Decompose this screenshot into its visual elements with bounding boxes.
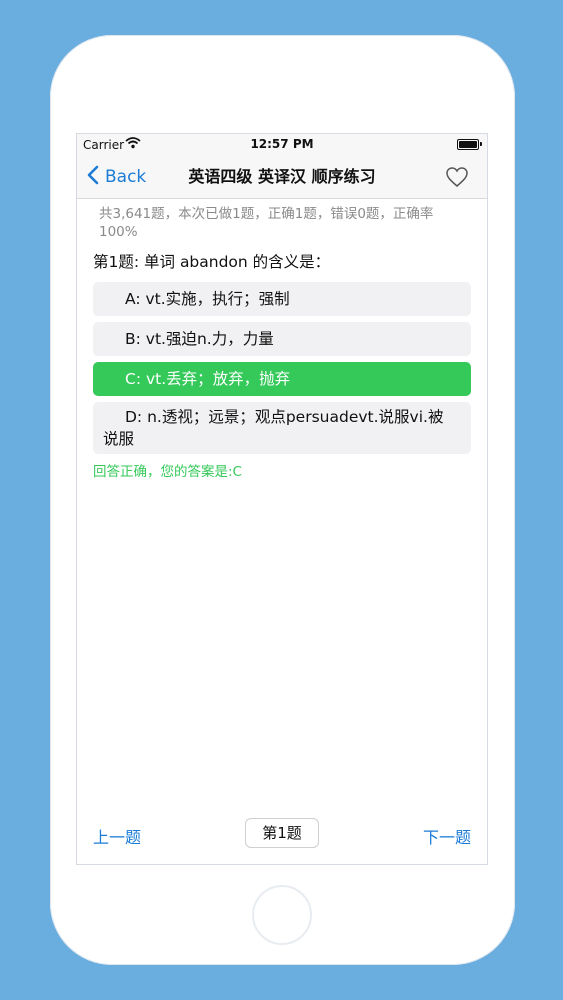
question-text: 第1题: 单词 abandon 的含义是：: [93, 253, 331, 271]
option-c-correct[interactable]: C: vt.丢弃；放弃，抛弃: [93, 362, 471, 396]
home-button[interactable]: [252, 885, 312, 945]
previous-question-button[interactable]: 上一题: [93, 824, 141, 848]
status-time: 12:57 PM: [250, 137, 314, 151]
battery-icon: [457, 139, 479, 150]
answer-options: A: vt.实施，执行；强制 B: vt.强迫n.力，力量 C: vt.丢弃；放…: [93, 282, 471, 454]
bottom-toolbar: 上一题 第1题 下一题: [77, 818, 487, 852]
question-number-button[interactable]: 第1题: [245, 818, 319, 848]
navigation-bar: Back 英语四级 英译汉 顺序练习: [77, 156, 487, 199]
answer-feedback: 回答正确，您的答案是:C: [93, 464, 242, 480]
option-d-line1: D: n.透视；远景；观点persuadevt.说服vi.被: [125, 408, 444, 426]
heart-outline-icon[interactable]: [445, 166, 469, 192]
option-d-line2: 说服: [103, 430, 135, 448]
page-title: 英语四级 英译汉 顺序练习: [188, 167, 376, 186]
next-question-button[interactable]: 下一题: [423, 824, 471, 848]
status-bar: Carrier 12:57 PM: [77, 134, 487, 156]
option-b[interactable]: B: vt.强迫n.力，力量: [93, 322, 471, 356]
option-d[interactable]: D: n.透视；远景；观点persuadevt.说服vi.被 说服: [93, 402, 471, 454]
option-a[interactable]: A: vt.实施，执行；强制: [93, 282, 471, 316]
app-screen: Carrier 12:57 PM Back 英语四级 英译汉 顺序练习 共3,6…: [76, 133, 488, 865]
progress-stats: 共3,641题，本次已做1题，正确1题，错误0题，正确率100%: [99, 206, 434, 240]
battery-tip: [480, 142, 482, 146]
